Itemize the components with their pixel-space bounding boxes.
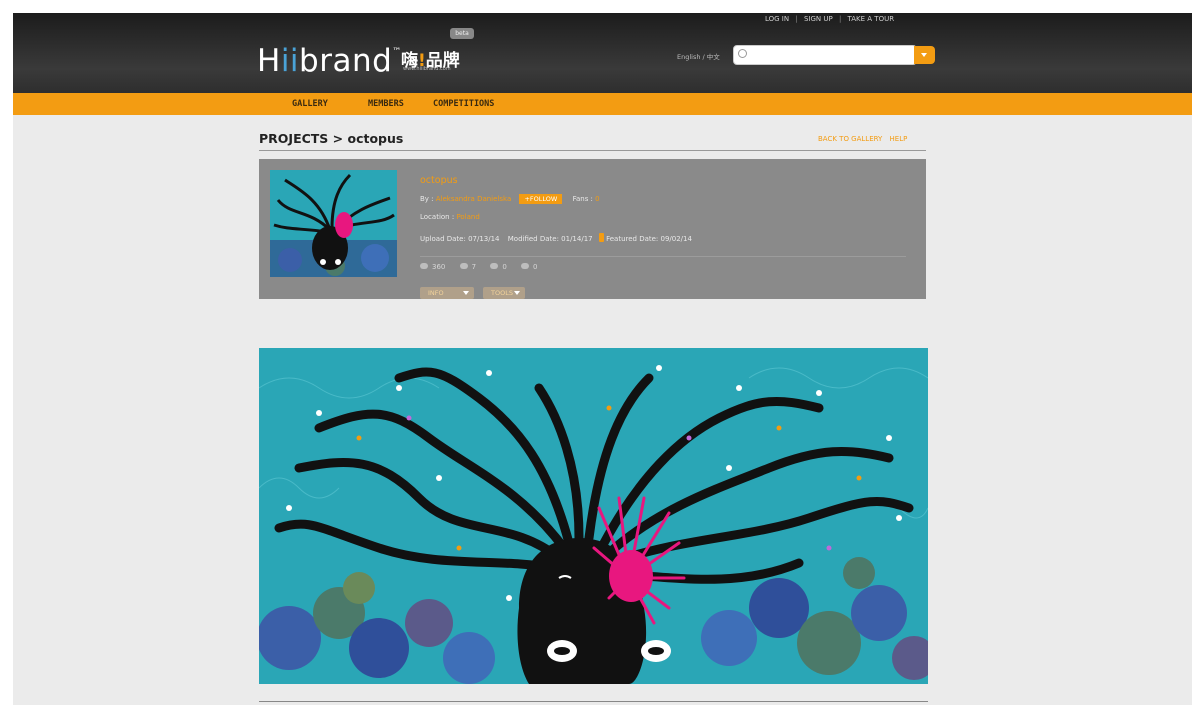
project-info-panel: octopus By : Aleksandra Danielska +FOLLO… (259, 159, 926, 299)
tools-dropdown[interactable]: TOOLS (483, 287, 525, 299)
tour-link[interactable]: TAKE A TOUR (848, 15, 895, 23)
separator: | (795, 15, 798, 23)
nav-competitions[interactable]: COMPETITIONS (433, 99, 494, 109)
top-links: LOG IN | SIGN UP | TAKE A TOUR (763, 15, 896, 23)
help-link[interactable]: HELP (890, 135, 908, 143)
featured-ribbon-icon (598, 233, 604, 242)
search-dropdown-button[interactable] (914, 46, 935, 64)
search-input[interactable] (752, 48, 906, 63)
site-header: beta Hiibrand™ 嗨!品牌 www.hiiibrand.com LO… (13, 13, 1192, 93)
comment-icon (490, 263, 499, 269)
heart-icon (521, 263, 530, 269)
views-stat: 360 (420, 263, 445, 271)
separator: | (838, 15, 842, 23)
author-link[interactable]: Aleksandra Danielska (436, 195, 511, 203)
modified-date: Modified Date: 01/14/17 (507, 235, 593, 243)
divider (259, 701, 928, 702)
tools-dropdown-label: TOOLS (491, 289, 513, 297)
comments-count: 0 (502, 263, 507, 271)
page: beta Hiibrand™ 嗨!品牌 www.hiiibrand.com LO… (13, 13, 1192, 705)
eye-icon (420, 263, 428, 269)
chevron-down-icon (463, 291, 469, 295)
follow-button[interactable]: +FOLLOW (519, 194, 563, 204)
chevron-down-icon (514, 291, 520, 295)
divider (259, 150, 926, 151)
by-label: By : (420, 195, 434, 203)
views-count: 360 (432, 263, 446, 271)
location-link[interactable]: Poland (456, 213, 479, 221)
login-link[interactable]: LOG IN (765, 15, 789, 23)
likes-count: 7 (471, 263, 477, 271)
breadcrumb-links: BACK TO GALLERY HELP (813, 135, 907, 143)
favorites-count: 0 (533, 263, 538, 271)
author-row: By : Aleksandra Danielska +FOLLOW Fans :… (420, 194, 600, 204)
upload-date: Upload Date: 07/13/14 (420, 235, 500, 243)
project-thumbnail[interactable] (270, 170, 397, 277)
thumbs-up-icon (459, 263, 468, 269)
logo-ii: ii (280, 43, 300, 79)
location-row: Location : Poland (420, 213, 480, 221)
featured-date: Featured Date: 09/02/14 (606, 235, 692, 243)
comments-stat[interactable]: 0 (490, 263, 507, 271)
logo-h: H (257, 43, 281, 79)
main-nav: GALLERY MEMBERS COMPETITIONS (13, 93, 1192, 115)
likes-stat[interactable]: 7 (459, 263, 477, 271)
favorites-stat[interactable]: 0 (521, 263, 537, 271)
divider (420, 256, 906, 257)
beta-badge: beta (450, 28, 474, 39)
project-artwork[interactable] (259, 348, 928, 684)
logo-url: www.hiiibrand.com (403, 66, 451, 72)
nav-members[interactable]: MEMBERS (368, 99, 404, 109)
signup-link[interactable]: SIGN UP (804, 15, 833, 23)
page-title: PROJECTS > octopus (259, 131, 404, 146)
project-stats: 360 7 0 0 (420, 263, 549, 271)
nav-gallery[interactable]: GALLERY (292, 99, 328, 109)
info-dropdown[interactable]: INFO (420, 287, 474, 299)
location-label: Location : (420, 213, 455, 221)
info-dropdown-label: INFO (428, 289, 444, 297)
site-logo[interactable]: Hiibrand™ (257, 43, 402, 79)
back-to-gallery-link[interactable]: BACK TO GALLERY (818, 135, 882, 143)
logo-brand: brand (299, 43, 393, 79)
dates-row: Upload Date: 07/13/14 Modified Date: 01/… (420, 233, 692, 243)
fans-count: 0 (595, 195, 600, 203)
chevron-down-icon (921, 53, 927, 57)
search-icon (738, 49, 747, 58)
search-box (733, 45, 917, 65)
project-title[interactable]: octopus (420, 175, 458, 186)
language-switch[interactable]: English / 中文 (677, 51, 720, 61)
fans-label: Fans : (572, 195, 593, 203)
